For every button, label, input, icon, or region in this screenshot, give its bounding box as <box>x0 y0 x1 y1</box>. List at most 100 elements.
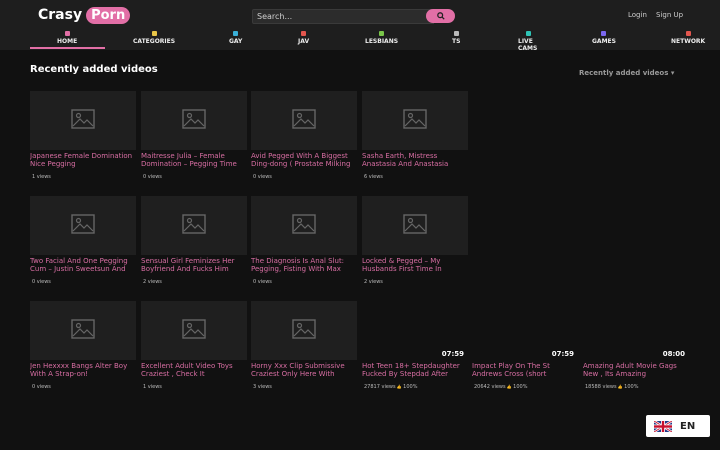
nav-item-ts[interactable]: TS <box>452 30 460 50</box>
video-meta: 0 views <box>253 174 272 180</box>
language-selector[interactable]: EN <box>646 415 710 437</box>
video-thumbnail[interactable] <box>30 301 136 360</box>
uk-flag-icon <box>654 420 672 432</box>
top-bar: Crasy Porn Login Sign Up <box>0 0 720 30</box>
rating-percent: 100% <box>403 384 418 390</box>
view-count: 2 views <box>364 279 383 285</box>
video-meta: 27817 views 👍 100% <box>364 384 417 390</box>
view-count: 18588 views <box>585 384 617 390</box>
image-placeholder-icon <box>403 109 427 133</box>
video-thumbnail[interactable]: 07:59 <box>362 301 468 360</box>
gay-icon <box>233 31 239 36</box>
video-title-link[interactable]: Hot Teen 18+ Stepdaughter Fucked By Step… <box>362 362 468 378</box>
nav-label: LIVE CAMS <box>518 38 538 52</box>
video-meta: 1 views <box>143 384 162 390</box>
view-count: 0 views <box>32 279 51 285</box>
video-thumbnail[interactable] <box>141 91 247 150</box>
rating-percent: 100% <box>624 384 639 390</box>
language-code: EN <box>680 420 696 432</box>
nav-label: CATEGORIES <box>133 38 176 45</box>
video-title-link[interactable]: Jen Hexxxx Bangs Alter Boy With A Strap-… <box>30 362 136 378</box>
site-logo[interactable]: Crasy Porn <box>38 6 131 24</box>
image-placeholder-icon <box>182 214 206 238</box>
gamepad-icon <box>601 31 607 36</box>
folder-icon <box>151 31 157 36</box>
video-title-link[interactable]: Japanese Female Domination Nice Pegging <box>30 152 136 168</box>
main-nav: HOME CATEGORIES GAY JAV LESBIANS TS LIVE CAMS G… <box>0 30 720 52</box>
nav-label: TS <box>452 38 461 45</box>
video-title-link[interactable]: Amazing Adult Movie Gags New , Its Amazi… <box>583 362 689 378</box>
image-placeholder-icon <box>71 109 95 133</box>
view-count: 0 views <box>253 174 272 180</box>
view-count: 0 views <box>253 279 272 285</box>
active-tab-underline <box>30 47 105 49</box>
search-input[interactable] <box>252 9 434 24</box>
home-icon <box>64 31 70 36</box>
video-thumbnail[interactable]: 07:59 <box>472 301 578 360</box>
image-placeholder-icon <box>292 214 316 238</box>
video-title-link[interactable]: Two Facial And One Pegging Cum – Justin … <box>30 257 136 273</box>
video-meta: 3 views <box>253 384 272 390</box>
video-thumbnail[interactable] <box>30 91 136 150</box>
nav-label: HOME <box>57 38 78 45</box>
video-duration: 07:59 <box>441 350 464 358</box>
video-meta: 0 views <box>253 279 272 285</box>
video-thumbnail[interactable] <box>141 301 247 360</box>
nav-item-gay[interactable]: GAY <box>229 30 242 50</box>
search-button[interactable] <box>426 9 455 23</box>
search-icon <box>436 12 445 20</box>
page-title: Recently added videos <box>30 64 158 75</box>
video-thumbnail[interactable] <box>251 196 357 255</box>
video-duration: 08:00 <box>662 350 685 358</box>
nav-item-network[interactable]: NETWORK <box>671 30 705 50</box>
video-thumbnail[interactable] <box>141 196 247 255</box>
nav-label: GAMES <box>592 38 616 45</box>
nav-label: JAV <box>298 38 310 45</box>
video-title-link[interactable]: Maitresse Julia – Female Domination – Pe… <box>141 152 247 168</box>
jav-icon <box>301 31 307 36</box>
video-meta: 2 views <box>364 279 383 285</box>
view-count: 0 views <box>32 384 51 390</box>
image-placeholder-icon <box>292 109 316 133</box>
nav-item-games[interactable]: GAMES <box>592 30 616 50</box>
video-title-link[interactable]: Locked & Pegged – My Husbands First Time… <box>362 257 468 273</box>
video-thumbnail[interactable] <box>30 196 136 255</box>
video-title-link[interactable]: Avid Pegged With A Biggest Ding-dong ( P… <box>251 152 357 168</box>
nav-item-jav[interactable]: JAV <box>298 30 309 50</box>
nav-label: NETWORK <box>671 38 706 45</box>
video-meta: 18588 views 👍 100% <box>585 384 638 390</box>
network-icon <box>685 31 691 36</box>
video-meta: 6 views <box>364 174 383 180</box>
video-thumbnail[interactable] <box>362 196 468 255</box>
view-count: 2 views <box>143 279 162 285</box>
video-duration: 07:59 <box>551 350 574 358</box>
camera-icon <box>525 31 531 36</box>
view-count: 20642 views <box>474 384 506 390</box>
sort-dropdown[interactable]: Recently added videos ▾ <box>579 69 674 77</box>
image-placeholder-icon <box>71 319 95 343</box>
video-meta: 20642 views 👍 100% <box>474 384 527 390</box>
video-thumbnail[interactable] <box>362 91 468 150</box>
video-title-link[interactable]: Impact Play On The St Andrews Cross (sho… <box>472 362 578 378</box>
video-thumbnail[interactable]: 08:00 <box>583 301 689 360</box>
nav-item-live-cams[interactable]: LIVE CAMS <box>518 30 538 52</box>
nav-item-lesbians[interactable]: LESBIANS <box>365 30 398 50</box>
video-title-link[interactable]: Sensual Girl Feminizes Her Boyfriend And… <box>141 257 247 273</box>
image-placeholder-icon <box>182 109 206 133</box>
view-count: 6 views <box>364 174 383 180</box>
image-placeholder-icon <box>182 319 206 343</box>
login-link[interactable]: Login <box>628 11 647 19</box>
view-count: 1 views <box>143 384 162 390</box>
signup-link[interactable]: Sign Up <box>656 11 683 19</box>
video-title-link[interactable]: Sasha Earth, Mistress Anastasia And Anas… <box>362 152 468 168</box>
rating-percent: 100% <box>513 384 528 390</box>
video-title-link[interactable]: Horny Xxx Clip Submissive Craziest Only … <box>251 362 357 378</box>
video-title-link[interactable]: Excellent Adult Video Toys Craziest , Ch… <box>141 362 247 378</box>
video-title-link[interactable]: The Diagnosis Is Anal Slut: Pegging, Fis… <box>251 257 357 273</box>
ts-icon <box>453 31 459 36</box>
nav-item-categories[interactable]: CATEGORIES <box>133 30 175 50</box>
video-meta: 0 views <box>143 174 162 180</box>
video-thumbnail[interactable] <box>251 301 357 360</box>
video-thumbnail[interactable] <box>251 91 357 150</box>
image-placeholder-icon <box>403 214 427 238</box>
